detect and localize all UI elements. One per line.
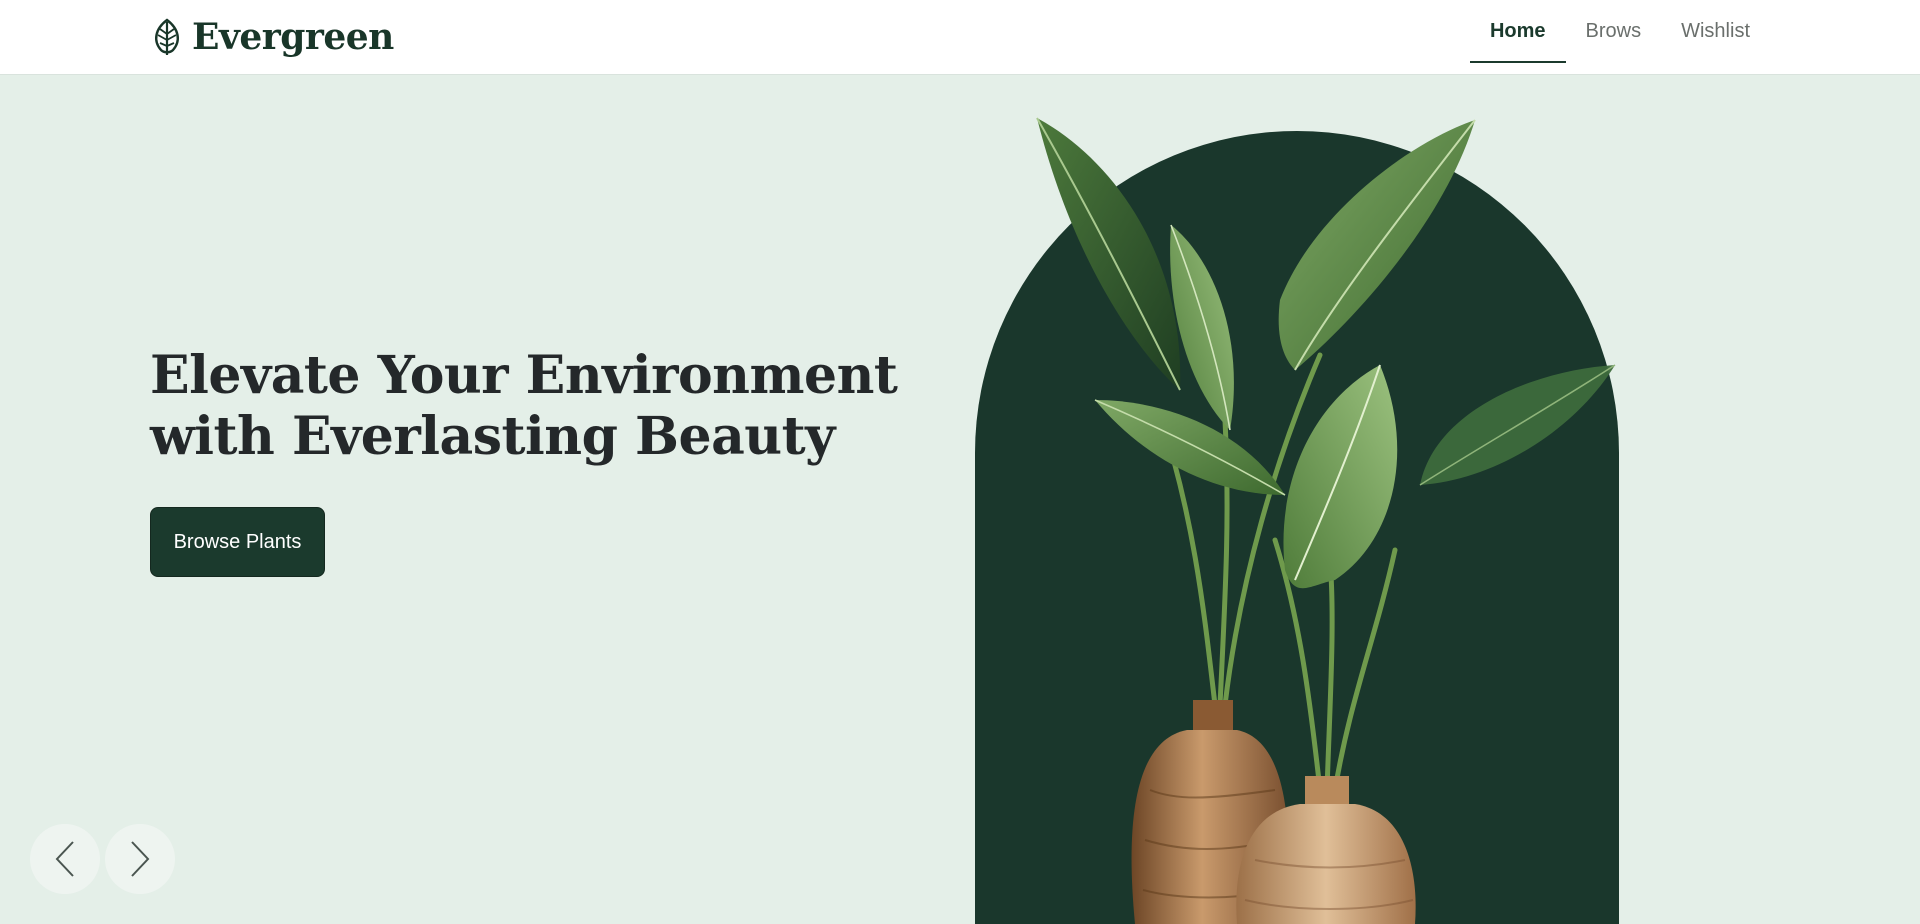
nav-home[interactable]: Home xyxy=(1469,0,1566,63)
browse-plants-button[interactable]: Browse Plants xyxy=(150,507,325,577)
plant-image xyxy=(1036,117,1616,924)
site-header: Evergreen Home Brows Wishlist xyxy=(0,0,1920,75)
main-nav: Home Brows Wishlist xyxy=(1469,0,1770,75)
brand-name: Evergreen xyxy=(192,16,394,58)
carousel-next-button[interactable] xyxy=(105,824,175,894)
leaf-icon xyxy=(155,18,179,55)
nav-wishlist[interactable]: Wishlist xyxy=(1661,0,1770,63)
nav-brows[interactable]: Brows xyxy=(1566,0,1662,63)
chevron-right-icon xyxy=(131,841,150,877)
carousel-prev-button[interactable] xyxy=(30,824,100,894)
headline-line-1: Elevate Your Environment xyxy=(150,345,898,406)
headline-line-2: with Everlasting Beauty xyxy=(150,406,835,467)
hero-headline: Elevate Your Environment with Everlastin… xyxy=(150,345,910,467)
chevron-left-icon xyxy=(55,841,74,877)
brand-logo[interactable]: Evergreen xyxy=(150,15,394,59)
